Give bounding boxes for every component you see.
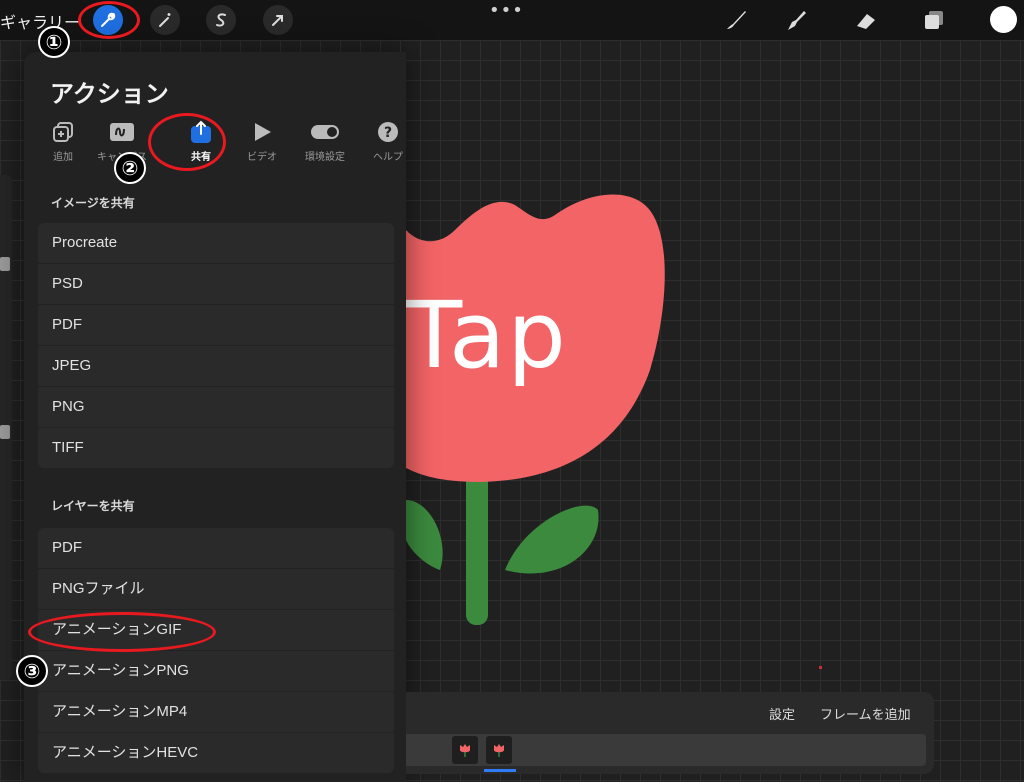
smudge-button[interactable] bbox=[782, 6, 810, 34]
selection-s-icon bbox=[216, 13, 226, 27]
brush-size-slider[interactable] bbox=[0, 257, 10, 271]
actions-tabs: 追加 キャンバス 共有 bbox=[35, 120, 403, 168]
share-image-heading: イメージを共有 bbox=[51, 196, 135, 210]
video-play-icon bbox=[255, 123, 271, 141]
eraser-icon bbox=[857, 14, 875, 29]
tab-preferences[interactable]: 環境設定 bbox=[297, 120, 353, 163]
share-item-procreate[interactable]: Procreate bbox=[38, 223, 394, 264]
help-icon: ? bbox=[378, 122, 398, 142]
eraser-button[interactable] bbox=[852, 6, 880, 34]
tab-help[interactable]: ? ヘルプ bbox=[360, 120, 416, 163]
arrow-transform-icon bbox=[272, 15, 283, 26]
gallery-button[interactable]: ギャラリー bbox=[0, 9, 80, 33]
layer-item-pdf[interactable]: PDF bbox=[38, 528, 394, 569]
top-toolbar: ギャラリー ••• bbox=[0, 0, 1024, 40]
layer-item-animated-mp4[interactable]: アニメーションMP4 bbox=[38, 692, 394, 733]
stray-dot bbox=[819, 666, 822, 669]
svg-text:?: ? bbox=[384, 125, 392, 141]
share-item-pdf[interactable]: PDF bbox=[38, 305, 394, 346]
selected-frame-indicator bbox=[484, 769, 516, 772]
layer-item-animated-png[interactable]: アニメーションPNG bbox=[38, 651, 394, 692]
animation-timeline: 設定 フレームを追加 bbox=[406, 692, 934, 774]
tap-text: Tap bbox=[406, 282, 568, 389]
share-item-tiff[interactable]: TIFF bbox=[38, 428, 394, 468]
tulip-thumb-icon bbox=[494, 744, 504, 757]
annotation-number-1: ① bbox=[38, 26, 70, 58]
layers-icon bbox=[925, 11, 943, 29]
share-image-list: Procreate PSD PDF JPEG PNG TIFF bbox=[38, 223, 394, 468]
tab-video[interactable]: ビデオ bbox=[234, 120, 290, 163]
add-icon bbox=[53, 122, 73, 142]
toggle-icon bbox=[311, 125, 339, 139]
timeline-settings-button[interactable]: 設定 bbox=[769, 704, 795, 723]
layer-item-animated-gif[interactable]: アニメーションGIF bbox=[38, 610, 394, 651]
actions-wrench-button[interactable] bbox=[93, 5, 123, 35]
adjustments-button[interactable] bbox=[150, 5, 180, 35]
share-icon bbox=[191, 120, 211, 143]
layers-button[interactable] bbox=[920, 6, 948, 34]
annotation-number-3: ③ bbox=[16, 655, 48, 687]
share-layers-heading: レイヤーを共有 bbox=[51, 499, 135, 513]
brush-button[interactable] bbox=[722, 6, 750, 34]
layer-item-png-files[interactable]: PNGファイル bbox=[38, 569, 394, 610]
more-options-icon[interactable]: ••• bbox=[489, 0, 524, 21]
magic-wand-icon bbox=[159, 13, 171, 27]
tab-add[interactable]: 追加 bbox=[35, 120, 91, 163]
selection-button[interactable] bbox=[206, 5, 236, 35]
transform-button[interactable] bbox=[263, 5, 293, 35]
share-layers-list: PDF PNGファイル アニメーションGIF アニメーションPNG アニメーショ… bbox=[38, 528, 394, 773]
sidebar-sliders bbox=[0, 175, 12, 680]
frame-thumbnail[interactable] bbox=[486, 736, 512, 764]
frame-thumbnail[interactable] bbox=[452, 736, 478, 764]
actions-panel: アクション 追加 キャンバス bbox=[24, 52, 406, 782]
opacity-slider[interactable] bbox=[0, 425, 10, 439]
canvas-icon bbox=[110, 123, 134, 141]
share-item-psd[interactable]: PSD bbox=[38, 264, 394, 305]
layer-item-animated-hevc[interactable]: アニメーションHEVC bbox=[38, 733, 394, 773]
frame-track bbox=[406, 734, 926, 766]
tulip-thumb-icon bbox=[460, 744, 470, 757]
share-item-jpeg[interactable]: JPEG bbox=[38, 346, 394, 387]
tab-share[interactable]: 共有 bbox=[173, 120, 229, 163]
color-picker-button[interactable] bbox=[990, 6, 1017, 33]
wrench-icon bbox=[101, 12, 116, 27]
add-frame-button[interactable]: フレームを追加 bbox=[820, 704, 911, 723]
annotation-number-2: ② bbox=[114, 152, 146, 184]
panel-title: アクション bbox=[50, 80, 169, 108]
smudge-icon bbox=[788, 11, 806, 30]
share-item-png[interactable]: PNG bbox=[38, 387, 394, 428]
brush-icon bbox=[727, 11, 746, 29]
